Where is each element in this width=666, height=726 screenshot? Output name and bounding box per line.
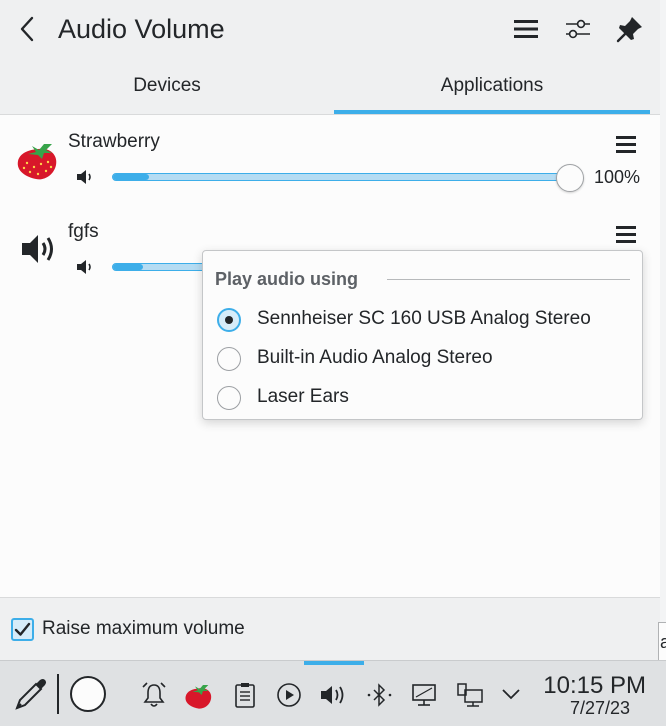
speaker-icon (22, 235, 53, 263)
display-icon[interactable] (410, 681, 438, 709)
clock-time[interactable]: 10:15 PM (536, 673, 646, 699)
network-icon[interactable] (455, 681, 485, 709)
color-picker-icon[interactable] (12, 675, 50, 713)
mute-toggle-icon[interactable] (74, 167, 98, 187)
popup-header: Audio Volume (0, 0, 660, 58)
raise-max-volume-checkbox[interactable] (11, 618, 34, 641)
pin-icon (616, 17, 642, 43)
taskbar: 10:15 PM 7/27/23 (0, 660, 666, 726)
menu-section-heading: Play audio using (215, 269, 359, 289)
hamburger-menu-icon (616, 226, 636, 243)
strawberry-icon (17, 144, 57, 180)
volume-level-fill (113, 264, 143, 270)
menu-button[interactable] (510, 13, 542, 45)
back-button[interactable] (14, 12, 42, 46)
radio-button-selected[interactable] (217, 308, 241, 332)
tab-devices-label: Devices (133, 75, 201, 96)
app-menu-button[interactable] (612, 221, 640, 249)
radio-button[interactable] (217, 386, 241, 410)
page-title: Audio Volume (58, 14, 225, 44)
mute-toggle-icon[interactable] (74, 257, 98, 277)
checkmark-icon (14, 622, 31, 636)
output-option-label: Built-in Audio Analog Stereo (257, 347, 493, 368)
panel-separator (57, 674, 59, 714)
volume-slider[interactable] (112, 263, 212, 271)
chevron-down-icon[interactable] (500, 683, 522, 705)
output-option-label: Sennheiser SC 160 USB Analog Stereo (257, 308, 591, 329)
menu-divider (387, 279, 630, 280)
volume-slider[interactable] (112, 164, 584, 192)
hamburger-menu-icon (514, 20, 538, 38)
circle-icon[interactable] (68, 674, 108, 714)
output-option-label: Laser Ears (257, 386, 349, 407)
output-option-sennheiser[interactable]: Sennheiser SC 160 USB Analog Stereo (215, 305, 635, 335)
slider-handle[interactable] (556, 164, 584, 192)
configure-button[interactable] (562, 13, 594, 45)
list-item: Strawberry 100% (0, 115, 660, 205)
tab-bar: Devices Applications (0, 62, 660, 114)
strawberry-icon[interactable] (183, 679, 215, 711)
app-menu-button[interactable] (612, 131, 640, 159)
clock-date[interactable]: 7/27/23 (536, 698, 630, 718)
radio-button[interactable] (217, 347, 241, 371)
volume-icon[interactable] (318, 681, 348, 709)
clipboard-icon[interactable] (231, 681, 259, 709)
tab-devices[interactable]: Devices (2, 62, 332, 114)
raise-max-volume-label[interactable]: Raise maximum volume (42, 618, 245, 640)
output-option-builtin[interactable]: Built-in Audio Analog Stereo (215, 344, 635, 374)
hamburger-menu-icon (616, 136, 636, 153)
bluetooth-icon[interactable] (364, 681, 396, 709)
output-option-laser-ears[interactable]: Laser Ears (215, 383, 635, 413)
alarm-icon[interactable] (140, 681, 168, 709)
radio-dot (225, 316, 233, 324)
volume-percent: 100% (594, 167, 641, 187)
popup-footer: Raise maximum volume (0, 598, 660, 660)
pin-button[interactable] (614, 13, 646, 45)
tab-applications-label: Applications (440, 75, 544, 96)
tab-applications[interactable]: Applications (334, 62, 650, 114)
app-name: Strawberry (68, 131, 160, 152)
volume-level-fill (113, 174, 149, 180)
chevron-left-icon (20, 16, 34, 42)
sliders-icon (566, 19, 590, 39)
app-name: fgfs (68, 221, 99, 242)
output-device-menu: Play audio using Sennheiser SC 160 USB A… (202, 250, 643, 420)
background-window-text: a (660, 632, 666, 652)
media-play-icon[interactable] (275, 681, 303, 709)
active-applet-indicator (304, 661, 364, 665)
